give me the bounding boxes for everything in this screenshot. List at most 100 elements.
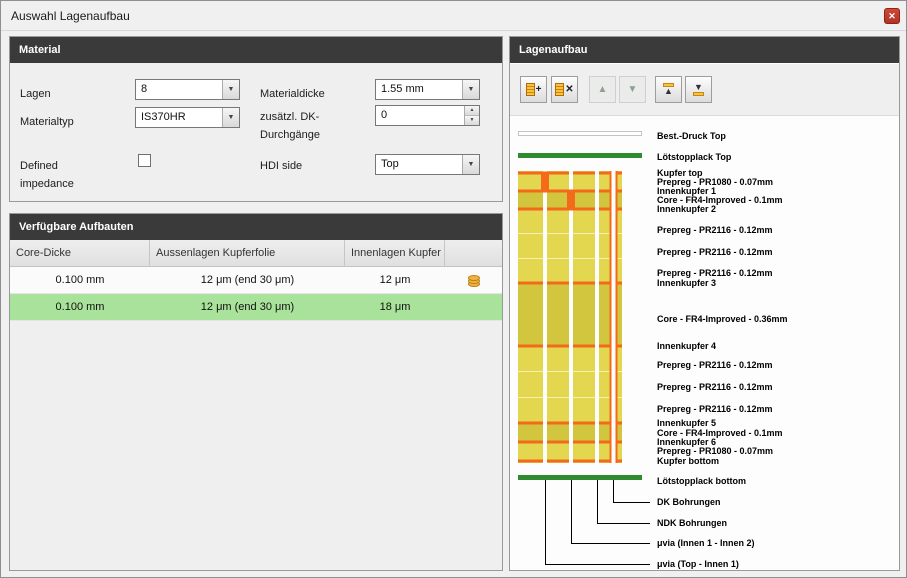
spinner-down-button[interactable]: ▼ bbox=[465, 115, 479, 125]
layer-label: Core - FR4-Improved - 0.36mm bbox=[657, 313, 788, 325]
layer-label: Prepreg - PR2116 - 0.12mm bbox=[657, 224, 773, 236]
dk-durchgaenge-label: zusätzl. DK-Durchgänge bbox=[260, 108, 338, 144]
soldermask-bottom-bar bbox=[518, 475, 642, 480]
layer-stackup-dialog: Auswahl Lagenaufbau ✕ Material Lagen 8 ▼… bbox=[0, 0, 907, 578]
delete-layer-button[interactable]: ✕ bbox=[551, 76, 578, 103]
move-up-button[interactable]: ▲ bbox=[589, 76, 616, 103]
layer-label: Kupfer bottom bbox=[657, 455, 719, 467]
material-panel-header: Material bbox=[10, 37, 502, 63]
table-header-row: Core-Dicke Aussenlagen Kupferfolie Innen… bbox=[10, 240, 502, 267]
dk-durchgaenge-spinner[interactable]: 0 ▲ ▼ bbox=[375, 105, 480, 126]
materialtyp-select[interactable]: IS370HR ▼ bbox=[135, 107, 240, 128]
hdi-side-label: HDI side bbox=[260, 157, 302, 175]
arrow-down-icon: ▼ bbox=[694, 83, 703, 92]
table-row[interactable]: 0.100 mm12 μm (end 30 μm)12 μm bbox=[10, 267, 502, 294]
layer-label: Innenkupfer 2 bbox=[657, 203, 716, 215]
column-header-extra[interactable] bbox=[445, 240, 502, 266]
stackup-graphic bbox=[510, 127, 655, 570]
dk-plating bbox=[610, 171, 612, 463]
microvia-hole bbox=[543, 171, 547, 463]
plus-icon: + bbox=[536, 84, 542, 95]
silkscreen-top-bar bbox=[519, 132, 642, 136]
move-down-button[interactable]: ▼ bbox=[619, 76, 646, 103]
dropdown-arrow-icon[interactable]: ▼ bbox=[222, 80, 239, 99]
materialtyp-label: Materialtyp bbox=[20, 113, 74, 131]
leader-ndk bbox=[598, 480, 651, 524]
move-to-top-button[interactable]: ▲ bbox=[655, 76, 682, 103]
lagen-label: Lagen bbox=[20, 85, 51, 103]
layer-label: Best.-Druck Top bbox=[657, 130, 726, 142]
dropdown-arrow-icon[interactable]: ▼ bbox=[222, 108, 239, 127]
lagenaufbau-panel-header: Lagenaufbau bbox=[510, 37, 899, 63]
cell-core: 0.100 mm bbox=[10, 294, 150, 320]
layer-label: Prepreg - PR2116 - 0.12mm bbox=[657, 246, 773, 258]
arrow-up-icon: ▲ bbox=[598, 84, 608, 95]
lagen-select[interactable]: 8 ▼ bbox=[135, 79, 240, 100]
lagen-value: 8 bbox=[136, 80, 222, 99]
move-to-bottom-button[interactable]: ▼ bbox=[685, 76, 712, 103]
layer-label: DK Bohrungen bbox=[657, 496, 721, 508]
add-layer-button[interactable]: + bbox=[520, 76, 547, 103]
layer-label: Innenkupfer 3 bbox=[657, 277, 716, 289]
spinner-buttons: ▲ ▼ bbox=[464, 106, 479, 125]
cell-aussen: 12 μm (end 30 μm) bbox=[150, 294, 345, 320]
cell-icon bbox=[445, 267, 502, 293]
cell-innen: 12 μm bbox=[345, 267, 445, 293]
layer-label: μvia (Innen 1 - Innen 2) bbox=[657, 537, 755, 549]
layer-bar-icon bbox=[693, 92, 704, 96]
leader-dk bbox=[614, 480, 651, 503]
microvia-top-innen1 bbox=[541, 172, 549, 193]
defined-impedance-label: Defined impedance bbox=[20, 157, 92, 193]
layer-label: NDK Bohrungen bbox=[657, 517, 727, 529]
material-form: Lagen 8 ▼ Materialtyp IS370HR ▼ Defined … bbox=[10, 63, 502, 202]
lagenaufbau-panel: Lagenaufbau + ✕ ▲ ▼ ▲ bbox=[509, 36, 900, 571]
column-header-core-dicke[interactable]: Core-Dicke bbox=[10, 240, 150, 266]
column-header-aussenlagen[interactable]: Aussenlagen Kupferfolie bbox=[150, 240, 345, 266]
column-header-innenlagen[interactable]: Innenlagen Kupfer bbox=[345, 240, 445, 266]
arrow-up-icon: ▲ bbox=[664, 87, 673, 96]
materialdicke-label: Materialdicke bbox=[260, 85, 325, 103]
delete-x-icon: ✕ bbox=[565, 84, 573, 95]
dropdown-arrow-icon[interactable]: ▼ bbox=[462, 155, 479, 174]
ndk-hole bbox=[595, 171, 599, 463]
materialdicke-select[interactable]: 1.55 mm ▼ bbox=[375, 79, 480, 100]
defined-impedance-checkbox[interactable] bbox=[138, 154, 151, 167]
aufbauten-table-body: 0.100 mm12 μm (end 30 μm)12 μm0.100 mm12… bbox=[10, 267, 502, 321]
layer-label: Lötstopplack bottom bbox=[657, 475, 746, 487]
layer-label: μvia (Top - Innen 1) bbox=[657, 558, 739, 570]
materialdicke-value: 1.55 mm bbox=[376, 80, 462, 99]
close-button[interactable]: ✕ bbox=[884, 8, 900, 24]
dropdown-arrow-icon[interactable]: ▼ bbox=[462, 80, 479, 99]
aufbauten-panel: Verfügbare Aufbauten Core-Dicke Aussenla… bbox=[9, 213, 503, 571]
aufbauten-panel-header: Verfügbare Aufbauten bbox=[10, 214, 502, 240]
layer-label: Innenkupfer 4 bbox=[657, 340, 716, 352]
cell-core: 0.100 mm bbox=[10, 267, 150, 293]
coins-icon bbox=[466, 273, 482, 288]
layer-stack-icon bbox=[555, 83, 564, 96]
layer-label: Prepreg - PR2116 - 0.12mm bbox=[657, 381, 773, 393]
microvia-hole bbox=[569, 171, 573, 463]
hdi-side-select[interactable]: Top ▼ bbox=[375, 154, 480, 175]
cell-innen: 18 μm bbox=[345, 294, 445, 320]
dialog-title: Auswahl Lagenaufbau bbox=[11, 9, 130, 23]
layer-label: Prepreg - PR2116 - 0.12mm bbox=[657, 359, 773, 371]
arrow-down-icon: ▼ bbox=[628, 84, 638, 95]
cell-aussen: 12 μm (end 30 μm) bbox=[150, 267, 345, 293]
close-icon: ✕ bbox=[888, 11, 896, 21]
titlebar: Auswahl Lagenaufbau ✕ bbox=[1, 1, 906, 31]
cell-icon bbox=[445, 294, 502, 320]
microvia-innen1-innen2 bbox=[567, 190, 575, 211]
dk-hole bbox=[611, 171, 616, 463]
leader-uvia-innen bbox=[572, 480, 651, 544]
material-panel: Material Lagen 8 ▼ Materialtyp IS370HR ▼… bbox=[9, 36, 503, 202]
layer-label: Prepreg - PR2116 - 0.12mm bbox=[657, 403, 773, 415]
table-row[interactable]: 0.100 mm12 μm (end 30 μm)18 μm bbox=[10, 294, 502, 321]
stackup-toolbar: + ✕ ▲ ▼ ▲ ▼ bbox=[510, 64, 899, 116]
hdi-side-value: Top bbox=[376, 155, 462, 174]
materialtyp-value: IS370HR bbox=[136, 108, 222, 127]
layer-stack-icon bbox=[526, 83, 535, 96]
layer-label: Lötstopplack Top bbox=[657, 151, 731, 163]
dk-durchgaenge-value: 0 bbox=[376, 106, 464, 125]
stackup-view: Best.-Druck TopLötstopplack TopKupfer to… bbox=[510, 127, 899, 570]
spinner-up-button[interactable]: ▲ bbox=[465, 106, 479, 115]
